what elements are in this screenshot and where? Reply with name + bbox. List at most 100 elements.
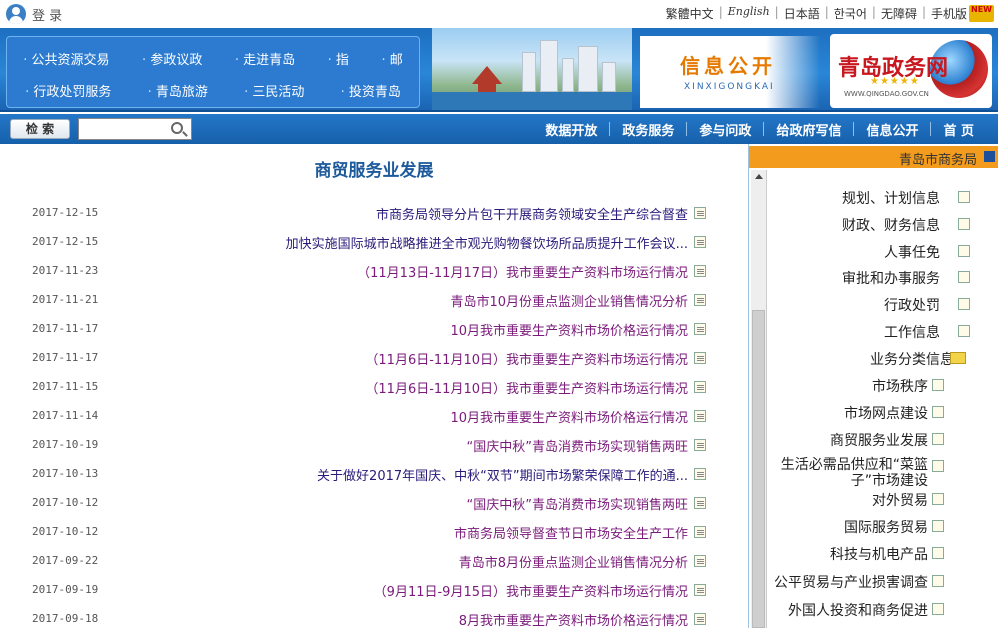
page-title: 商贸服务业发展 xyxy=(314,161,434,181)
item-link[interactable]: “国庆中秋”青岛消费市场实现销售两旺 xyxy=(467,436,688,455)
scroll-up-arrow-icon[interactable] xyxy=(755,174,763,179)
item-link[interactable]: 关于做好2017年国庆、中秋“双节”期间市场繁荣保障工作的通... xyxy=(317,465,688,484)
item-date: 2017-12-15 xyxy=(32,206,99,219)
item-link[interactable]: （11月6日-11月10日）我市重要生产资料市场运行情况 xyxy=(365,349,688,368)
square-bullet-icon xyxy=(984,151,995,162)
user-icon xyxy=(6,4,26,24)
list-item[interactable]: 2017-09-19 （9月11日-9月15日）我市重要生产资料市场运行情况 xyxy=(30,581,708,601)
sidebar-scrollbar[interactable] xyxy=(751,170,767,628)
item-date: 2017-11-17 xyxy=(32,351,99,364)
search-icon[interactable] xyxy=(171,122,183,134)
item-date: 2017-12-15 xyxy=(32,235,99,248)
list-item[interactable]: 2017-11-23 （11月13日-11月17日）我市重要生产资料市场运行情况 xyxy=(30,262,708,282)
article-list-panel: 商贸服务业发展 2017-12-15 市商务局领导分片包干开展商务领域安全生产综合… xyxy=(0,144,748,630)
sidebar-item-label: 人事任免 xyxy=(884,245,940,261)
list-item[interactable]: 2017-10-12 市商务局领导督查节日市场安全生产工作 xyxy=(30,523,708,543)
sidebar-item-label: 审批和办事服务 xyxy=(842,271,940,287)
nav-gov-services[interactable]: 政务服务 xyxy=(610,120,686,139)
item-link[interactable]: （11月6日-11月10日）我市重要生产资料市场运行情况 xyxy=(365,378,688,397)
item-link[interactable]: 8月我市重要生产资料市场价格运行情况 xyxy=(459,610,688,629)
list-item[interactable]: 2017-11-14 10月我市重要生产资料市场价格运行情况 xyxy=(30,407,708,427)
item-link[interactable]: 青岛市10月份重点监测企业销售情况分析 xyxy=(450,291,688,310)
list-item[interactable]: 2017-12-15 市商务局领导分片包干开展商务领域安全生产综合督查 xyxy=(30,204,708,224)
quick-links-box: 公共资源交易 参政议政 走进青岛 指 邮 行政处罚服务 青岛旅游 三民活动 投资… xyxy=(6,36,420,108)
quick-link[interactable]: 三民活动 xyxy=(244,81,304,100)
link-korean[interactable]: 한국어 xyxy=(834,5,867,22)
item-link[interactable]: （11月13日-11月17日）我市重要生产资料市场运行情况 xyxy=(357,262,688,281)
sidebar-header: 青岛市商务局 xyxy=(749,146,998,168)
city-photo xyxy=(432,28,632,110)
document-icon xyxy=(694,526,706,538)
nav-home[interactable]: 首 页 xyxy=(931,120,986,139)
item-link[interactable]: 市商务局领导分片包干开展商务领域安全生产综合督查 xyxy=(376,204,688,223)
quick-link[interactable]: 指 xyxy=(328,49,349,68)
sidebar: 青岛市商务局 规划、计划信息 财政、财务信息 人事任免 审批和办事服务 行政处罚 工作信息… xyxy=(748,144,998,628)
item-date: 2017-11-17 xyxy=(32,322,99,335)
item-date: 2017-10-12 xyxy=(32,525,99,538)
list-item[interactable]: 2017-09-22 青岛市8月份重点监测企业销售情况分析 xyxy=(30,552,708,572)
link-mobile[interactable]: 手机版 xyxy=(931,5,967,22)
nav-info-disclosure[interactable]: 信息公开 xyxy=(854,120,930,139)
sidebar-item-label: 国际服务贸易 xyxy=(844,520,928,536)
quick-link[interactable]: 公共资源交易 xyxy=(23,49,110,68)
site-logo[interactable]: 青岛政务网 ★★★★★ WWW.QINGDAO.GOV.CN xyxy=(830,34,992,108)
item-link[interactable]: “国庆中秋”青岛消费市场实现销售两旺 xyxy=(467,494,688,513)
item-link[interactable]: 青岛市8月份重点监测企业销售情况分析 xyxy=(459,552,688,571)
search-button[interactable]: 检 索 xyxy=(10,119,70,139)
main-menu: 数据开放 政务服务 参与问政 给政府写信 信息公开 首 页 xyxy=(533,114,986,144)
link-english[interactable]: English xyxy=(728,5,770,22)
quick-link[interactable]: 青岛旅游 xyxy=(148,81,208,100)
document-icon xyxy=(932,460,944,472)
document-icon xyxy=(694,236,706,248)
list-item[interactable]: 2017-11-21 青岛市10月份重点监测企业销售情况分析 xyxy=(30,291,708,311)
info-disclosure-pinyin: XINXIGONGKAI xyxy=(684,82,775,92)
sidebar-item-label: 行政处罚 xyxy=(884,298,940,314)
list-item[interactable]: 2017-09-18 8月我市重要生产资料市场价格运行情况 xyxy=(30,610,708,630)
document-icon xyxy=(694,410,706,422)
banner: 公共资源交易 参政议政 走进青岛 指 邮 行政处罚服务 青岛旅游 三民活动 投资… xyxy=(0,28,998,112)
nav-write-letter[interactable]: 给政府写信 xyxy=(764,120,853,139)
sidebar-item-label: 业务分类信息 xyxy=(870,352,954,368)
list-item[interactable]: 2017-11-17 10月我市重要生产资料市场价格运行情况 xyxy=(30,320,708,340)
item-link[interactable]: （9月11日-9月15日）我市重要生产资料市场运行情况 xyxy=(374,581,688,600)
sidebar-item-label: 对外贸易 xyxy=(872,493,928,509)
document-icon xyxy=(958,245,970,257)
quick-link[interactable]: 行政处罚服务 xyxy=(25,81,111,100)
nav-participate[interactable]: 参与问政 xyxy=(687,120,763,139)
nav-data-open[interactable]: 数据开放 xyxy=(533,120,609,139)
search-input[interactable] xyxy=(78,118,192,140)
quick-link[interactable]: 走进青岛 xyxy=(235,49,295,68)
item-link[interactable]: 10月我市重要生产资料市场价格运行情况 xyxy=(450,407,688,426)
login-link[interactable]: 登 录 xyxy=(6,4,62,24)
list-item[interactable]: 2017-11-17 （11月6日-11月10日）我市重要生产资料市场运行情况 xyxy=(30,349,708,369)
document-icon xyxy=(932,406,944,418)
list-item[interactable]: 2017-12-15 加快实施国际城市战略推进全市观光购物餐饮场所品质提升工作会议… xyxy=(30,233,708,253)
document-icon xyxy=(932,603,944,615)
list-item[interactable]: 2017-10-13 关于做好2017年国庆、中秋“双节”期间市场繁荣保障工作的通… xyxy=(30,465,708,485)
info-disclosure-banner: 信息公开 XINXIGONGKAI xyxy=(640,36,820,108)
item-link[interactable]: 市商务局领导督查节日市场安全生产工作 xyxy=(454,523,688,542)
sidebar-item-label: 财政、财务信息 xyxy=(842,218,940,234)
list-item[interactable]: 2017-10-19 “国庆中秋”青岛消费市场实现销售两旺 xyxy=(30,436,708,456)
list-item[interactable]: 2017-11-15 （11月6日-11月10日）我市重要生产资料市场运行情况 xyxy=(30,378,708,398)
item-link[interactable]: 加快实施国际城市战略推进全市观光购物餐饮场所品质提升工作会议... xyxy=(286,233,688,252)
list-item[interactable]: 2017-10-12 “国庆中秋”青岛消费市场实现销售两旺 xyxy=(30,494,708,514)
document-icon xyxy=(694,352,706,364)
document-icon xyxy=(694,207,706,219)
sidebar-item-label: 市场网点建设 xyxy=(844,406,928,422)
sidebar-item-label: 公平贸易与产业损害调查 xyxy=(774,575,928,591)
top-bar: 登 录 繁體中文 | English | 日本語 | 한국어 | 无障碍 | 手机版 NE… xyxy=(0,0,998,28)
item-date: 2017-10-19 xyxy=(32,438,99,451)
document-icon xyxy=(694,323,706,335)
document-icon xyxy=(958,271,970,283)
document-icon xyxy=(932,433,944,445)
quick-link[interactable]: 参政议政 xyxy=(142,49,202,68)
sidebar-item-label: 生活必需品供应和“菜篮子”市场建设 xyxy=(780,457,928,489)
link-traditional-chinese[interactable]: 繁體中文 xyxy=(666,5,714,22)
item-date: 2017-11-14 xyxy=(32,409,99,422)
link-accessibility[interactable]: 无障碍 xyxy=(881,5,917,22)
link-japanese[interactable]: 日本語 xyxy=(784,5,820,22)
quick-link[interactable]: 邮 xyxy=(381,49,403,68)
item-link[interactable]: 10月我市重要生产资料市场价格运行情况 xyxy=(450,320,688,339)
quick-link[interactable]: 投资青岛 xyxy=(341,81,401,100)
